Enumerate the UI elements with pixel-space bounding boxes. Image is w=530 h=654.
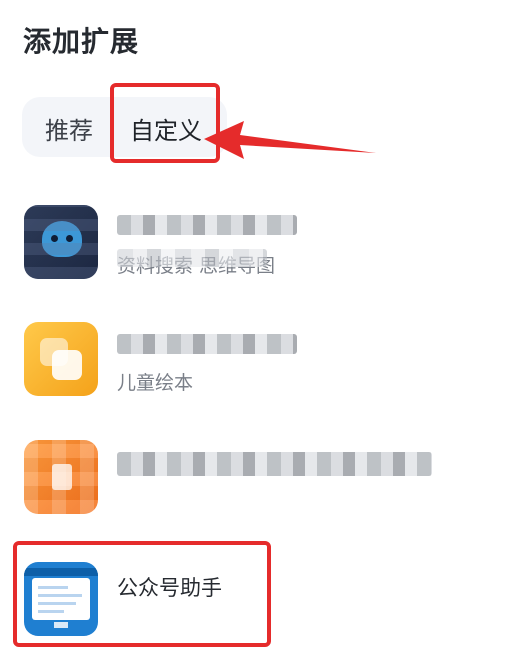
tab-recommend[interactable]: 推荐 bbox=[45, 111, 93, 146]
extension-item-1[interactable]: 资料搜索 思维导图 bbox=[24, 205, 494, 279]
extension-description: 儿童绘本 bbox=[117, 372, 194, 394]
page-title: 添加扩展 bbox=[23, 25, 140, 58]
overlapping-squares-icon bbox=[24, 322, 98, 396]
extension-name-redacted bbox=[117, 334, 297, 354]
orange-app-icon bbox=[24, 440, 98, 514]
arrow-annotation bbox=[204, 121, 376, 159]
description-redaction bbox=[117, 249, 267, 267]
extension-item-3[interactable] bbox=[24, 440, 494, 514]
robot-icon bbox=[24, 205, 98, 279]
highlight-box-extension bbox=[13, 541, 271, 647]
extension-name-redacted bbox=[117, 452, 432, 476]
extension-item-2[interactable]: 儿童绘本 bbox=[24, 322, 494, 396]
extension-name-redacted bbox=[117, 215, 297, 235]
